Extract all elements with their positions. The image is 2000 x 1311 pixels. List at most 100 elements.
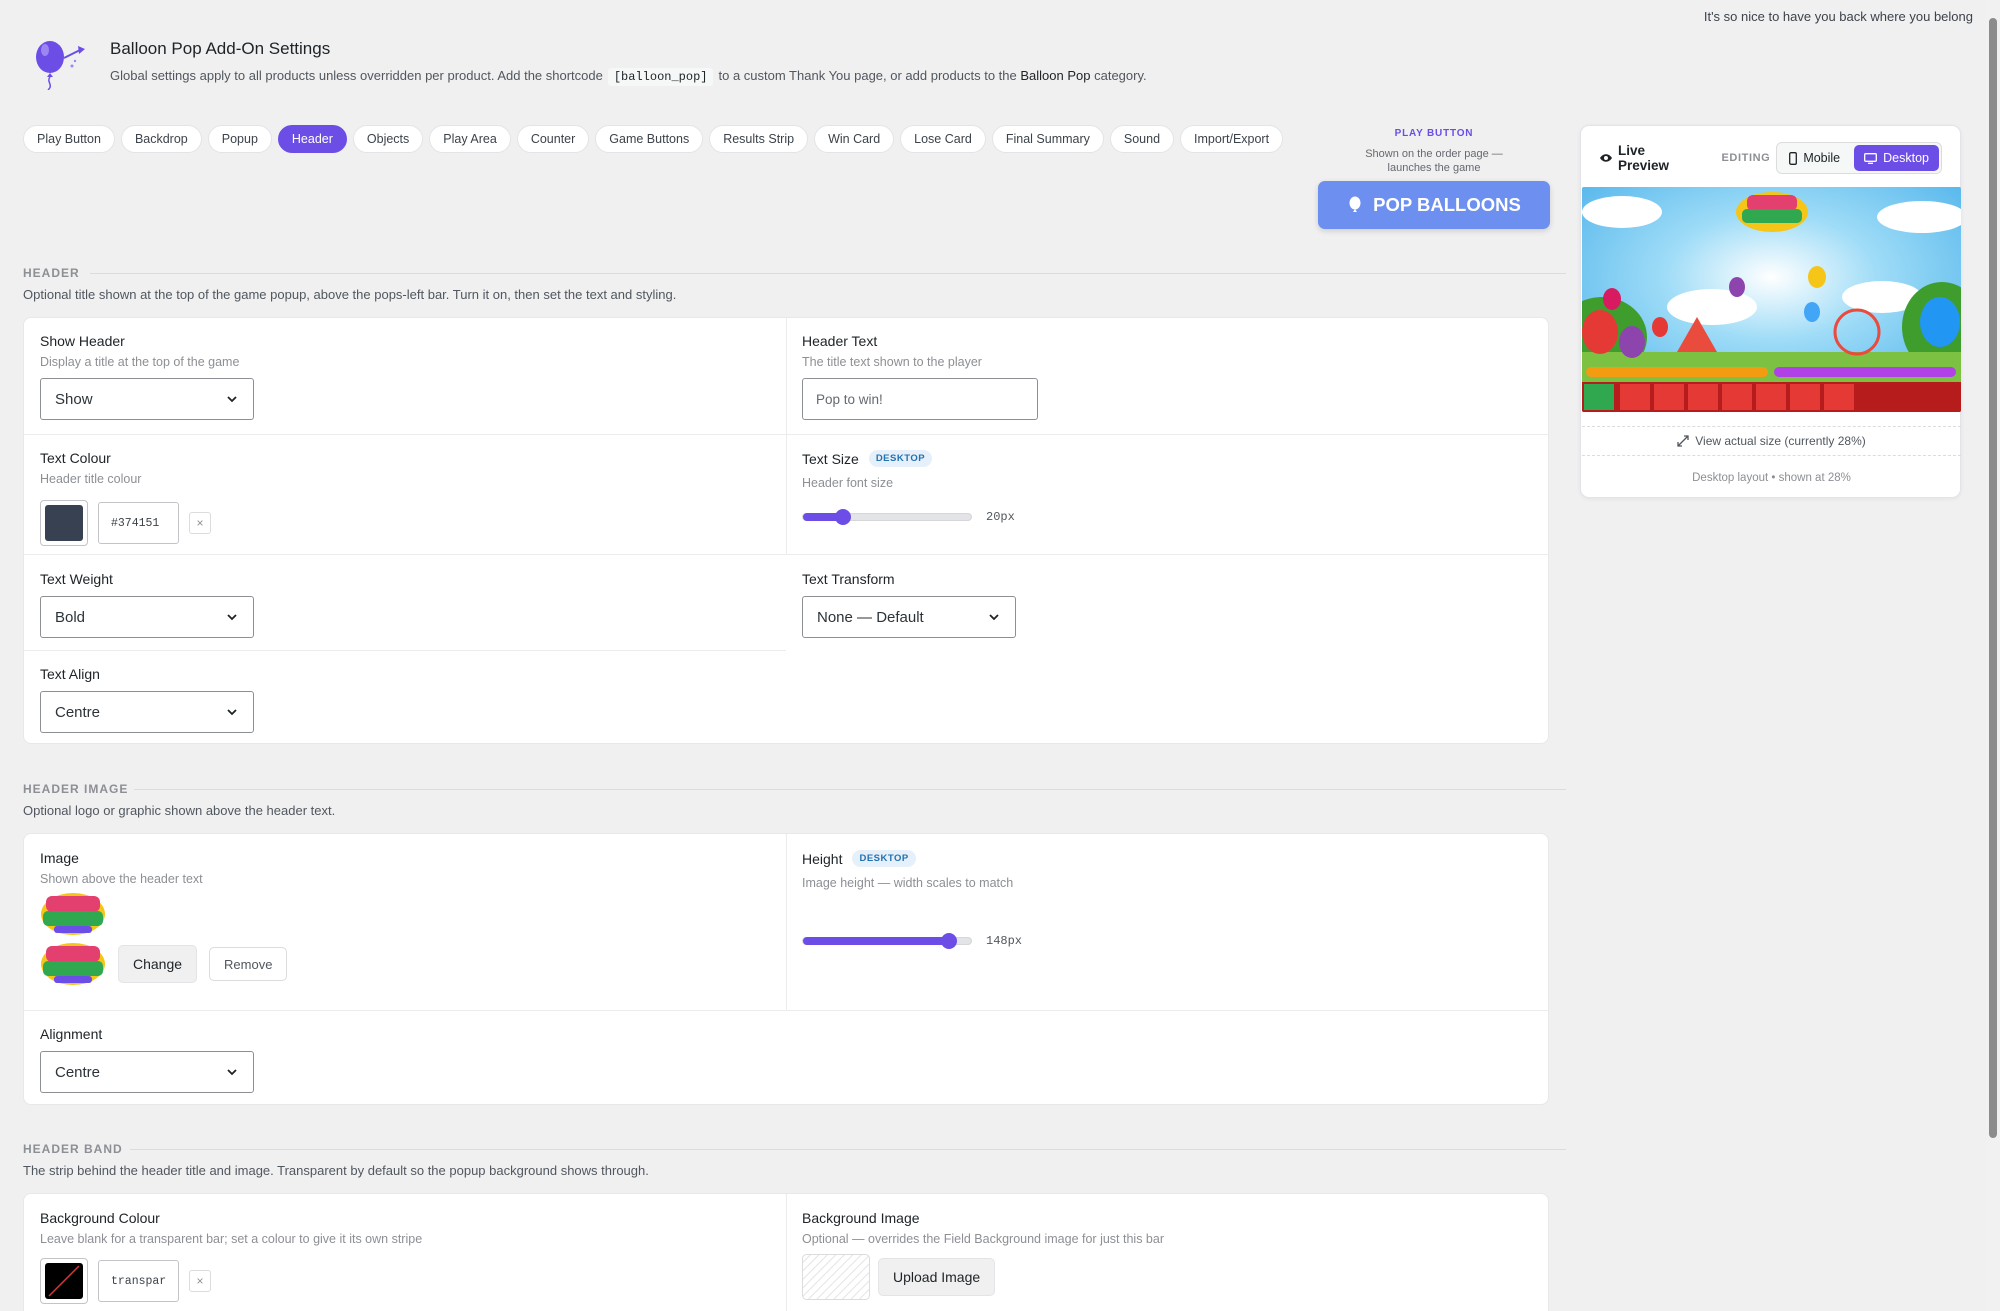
chevron-down-icon [227,396,237,403]
tab-objects[interactable]: Objects [352,125,424,153]
pop-balloons-label: POP BALLOONS [1373,194,1521,215]
text-weight-field: Text Weight Bold [40,571,254,638]
shortcode: [balloon_pop] [607,68,714,86]
background-colour-label: Background Colour [40,1210,160,1226]
header-band-card: Background Colour Leave blank for a tran… [23,1193,1549,1311]
live-preview-panel: Live Preview EDITING Mobile Desktop View… [1580,125,1961,498]
section-divider [130,1149,1566,1150]
image-desc: Shown above the header text [40,872,203,886]
scrollbar-thumb[interactable] [1989,18,1997,1138]
change-image-button[interactable]: Change [118,945,198,983]
eye-icon [1599,154,1612,162]
text-align-field: Text Align Centre [40,666,254,733]
section-divider [134,789,1566,790]
mobile-toggle-button[interactable]: Mobile [1779,145,1850,171]
live-preview-title: Live Preview [1599,143,1700,173]
pop-busters-logo-thumbnail [41,943,105,985]
tab-import-export[interactable]: Import/Export [1180,125,1284,153]
background-colour-desc: Leave blank for a transparent bar; set a… [40,1232,423,1246]
balloon-icon [1349,196,1361,212]
scrollbar[interactable] [1986,0,2000,1311]
header-text-label: Header Text [802,333,878,349]
expand-icon [1677,435,1689,447]
chevron-down-icon [227,614,237,621]
background-colour-field: Background Colour Leave blank for a tran… [40,1210,422,1304]
category-name: Balloon Pop [1020,68,1091,83]
desktop-badge: DESKTOP [868,450,933,467]
preview-footer: Desktop layout • shown at 28% [1692,472,1851,484]
show-header-field: Show Header Display a title at the top o… [40,333,254,420]
tab-final-summary[interactable]: Final Summary [991,125,1104,153]
tab-sound[interactable]: Sound [1109,125,1175,153]
header-text-input[interactable]: Pop to win! [802,378,1038,420]
height-field: Height DESKTOP Image height — width scale… [802,850,1022,949]
text-transform-label: Text Transform [802,571,895,587]
text-colour-desc: Header title colour [40,472,142,486]
pop-balloons-button[interactable]: POP BALLOONS [1318,181,1550,229]
image-label: Image [40,850,79,866]
tab-popup[interactable]: Popup [207,125,272,153]
text-align-select[interactable]: Centre [40,691,254,733]
balloon-logo-icon [36,41,85,90]
text-colour-hex-input[interactable]: #374151 [98,502,179,544]
text-size-slider[interactable] [802,509,972,525]
text-transform-field: Text Transform None — Default [802,571,1016,638]
height-desc: Image height — width scales to match [802,876,1014,890]
slider-handle[interactable] [941,933,958,949]
tab-counter[interactable]: Counter [516,125,590,153]
remove-image-button[interactable]: Remove [209,947,288,981]
image-field: Image Shown above the header text Change… [40,850,288,986]
tab-play-area[interactable]: Play Area [429,125,511,153]
section-title-header-image: HEADER IMAGE [23,782,129,796]
text-weight-label: Text Weight [40,571,113,587]
text-colour-swatch[interactable] [40,500,88,546]
section-title-header: HEADER [23,266,80,280]
clear-colour-button[interactable]: × [189,1270,211,1292]
section-desc-header-image: Optional logo or graphic shown above the… [23,803,336,818]
tab-lose-card[interactable]: Lose Card [900,125,986,153]
text-size-value: 20px [986,510,1015,524]
play-button-info: PLAY BUTTON Shown on the order page — la… [1318,128,1550,175]
background-image-label: Background Image [802,1210,920,1226]
height-label: Height [802,850,843,867]
header-image-card: Image Shown above the header text Change… [23,833,1549,1105]
alignment-field: Alignment Centre [40,1026,254,1093]
tab-win-card[interactable]: Win Card [814,125,895,153]
pop-busters-logo-image [41,893,105,935]
text-weight-select[interactable]: Bold [40,596,254,638]
upload-image-button[interactable]: Upload Image [878,1258,996,1296]
alignment-label: Alignment [40,1026,103,1042]
desktop-toggle-button[interactable]: Desktop [1854,145,1939,171]
clear-colour-button[interactable]: × [189,512,211,534]
background-colour-input[interactable]: transpar [98,1260,179,1302]
show-header-select[interactable]: Show [40,378,254,420]
tab-header[interactable]: Header [277,125,347,153]
header-text-desc: The title text shown to the player [802,355,982,369]
show-header-label: Show Header [40,333,125,349]
slider-handle[interactable] [835,509,852,525]
transparent-swatch-icon [45,1263,83,1299]
header-settings-card: Show Header Display a title at the top o… [23,317,1549,744]
view-actual-size-button[interactable]: View actual size (currently 28%) [1582,426,1961,456]
empty-image-placeholder [802,1254,870,1300]
play-button-sub: Shown on the order page — launches the g… [1365,148,1503,174]
page-header: Balloon Pop Add-On Settings Global setti… [28,36,1147,90]
alignment-select[interactable]: Centre [40,1051,254,1093]
desktop-badge: DESKTOP [852,850,916,867]
section-desc-header-band: The strip behind the header title and im… [23,1163,649,1178]
tab-game-buttons[interactable]: Game Buttons [595,125,704,153]
tab-backdrop[interactable]: Backdrop [120,125,202,153]
background-colour-swatch[interactable] [40,1258,88,1304]
tab-play-button[interactable]: Play Button [23,125,115,153]
tab-results-strip[interactable]: Results Strip [709,125,809,153]
header-text-field: Header Text The title text shown to the … [802,333,1038,420]
mobile-icon [1789,151,1798,165]
text-transform-select[interactable]: None — Default [802,596,1016,638]
height-slider[interactable] [802,933,972,949]
text-size-label: Text Size [802,450,859,467]
settings-tabs: Play Button Backdrop Popup Header Objects Pla… [23,125,1284,153]
show-header-desc: Display a title at the top of the game [40,355,240,369]
text-colour-label: Text Colour [40,450,111,466]
background-image-field: Background Image Optional — overrides th… [802,1210,1164,1300]
chevron-down-icon [227,1069,237,1076]
